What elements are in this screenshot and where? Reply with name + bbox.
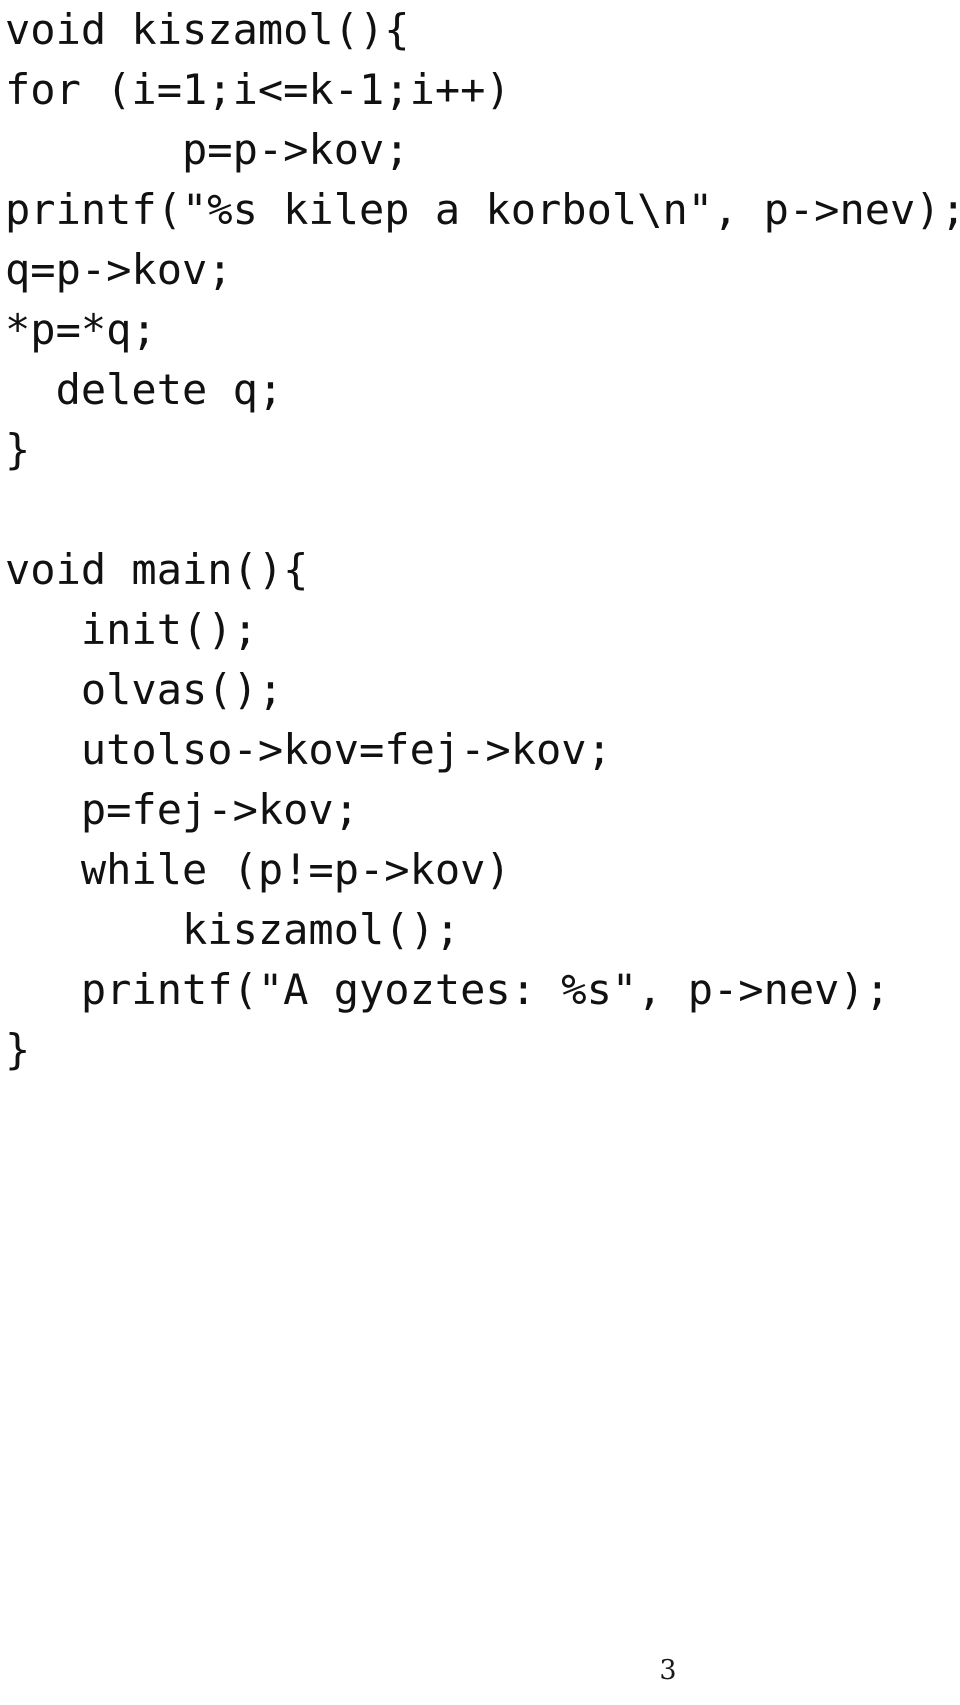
code-listing: void kiszamol(){ for (i=1;i<=k-1;i++) p=…: [0, 0, 960, 1080]
code-line: *p=*q;: [5, 305, 157, 354]
code-line: }: [5, 1025, 31, 1074]
document-page: void kiszamol(){ for (i=1;i<=k-1;i++) p=…: [0, 0, 960, 1705]
code-line: void main(){: [5, 545, 309, 594]
code-line: init();: [5, 605, 258, 654]
code-line: for (i=1;i<=k-1;i++): [5, 65, 511, 114]
code-line: p=p->kov;: [5, 125, 410, 174]
code-line: olvas();: [5, 665, 284, 714]
page-number-value: 3: [659, 1655, 677, 1686]
code-line: }: [5, 425, 31, 474]
code-line: q=p->kov;: [5, 245, 233, 294]
code-line: kiszamol();: [5, 905, 461, 954]
code-line: utolso->kov=fej->kov;: [5, 725, 612, 774]
code-line: printf("A gyoztes: %s", p->nev);: [5, 965, 891, 1014]
code-line: void kiszamol(){: [5, 5, 410, 54]
code-line: p=fej->kov;: [5, 785, 360, 834]
code-line: while (p!=p->kov): [5, 845, 511, 894]
code-line: delete q;: [5, 365, 284, 414]
code-line: printf("%s kilep a korbol\n", p->nev);: [5, 185, 960, 234]
page-number: 3: [0, 1655, 960, 1686]
